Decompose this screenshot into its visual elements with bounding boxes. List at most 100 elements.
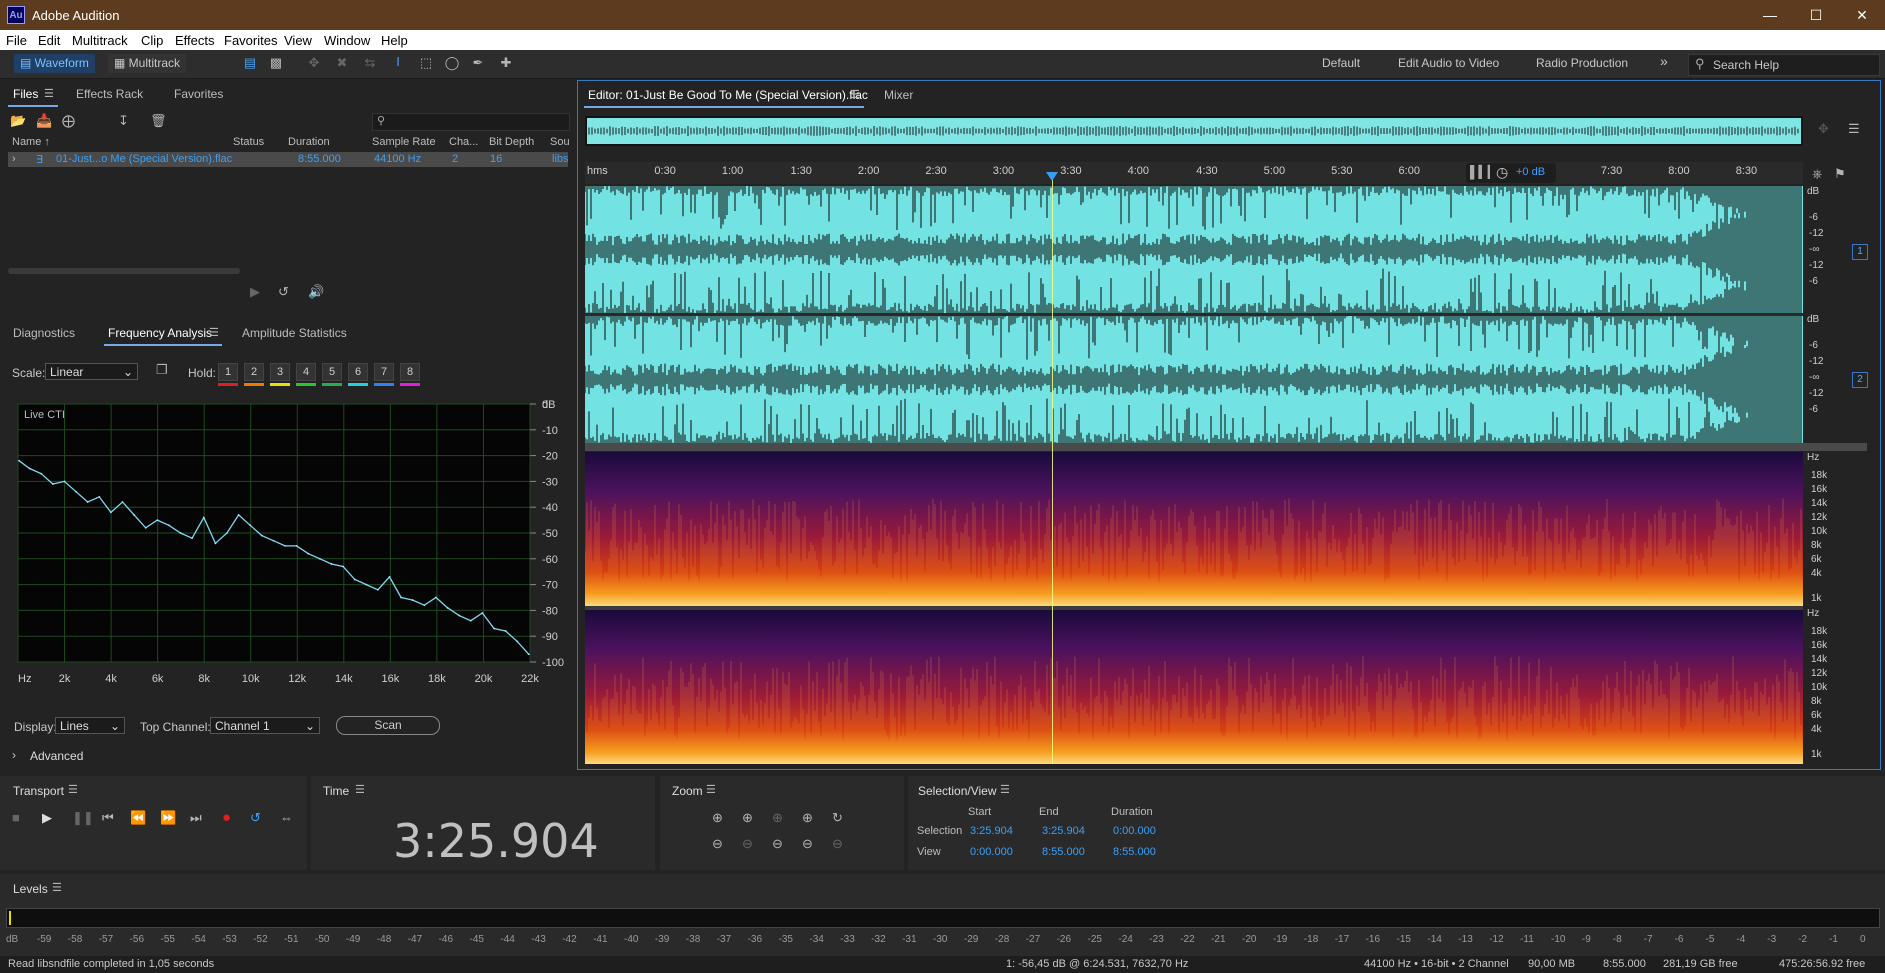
files-search-input[interactable]: ⚲ bbox=[372, 113, 570, 131]
selection-view-menu-icon[interactable]: ☰ bbox=[1000, 783, 1010, 796]
fast-forward-icon[interactable]: ⏩ bbox=[160, 810, 176, 826]
advanced-label[interactable]: Advanced bbox=[30, 749, 83, 763]
tab-effects-rack[interactable]: Effects Rack bbox=[76, 87, 143, 101]
view-end[interactable]: 8:55.000 bbox=[1042, 846, 1085, 858]
levels-menu-icon[interactable]: ☰ bbox=[52, 881, 62, 894]
tab-diagnostics[interactable]: Diagnostics bbox=[13, 326, 75, 340]
hold-button-4[interactable]: 4 bbox=[296, 363, 316, 381]
editor-menu-icon[interactable]: ☰ bbox=[850, 88, 860, 101]
waveform-display[interactable] bbox=[585, 186, 1803, 443]
view-divider[interactable] bbox=[585, 443, 1867, 451]
col-source[interactable]: Sou bbox=[550, 136, 570, 148]
new-file-icon[interactable]: ⨁ bbox=[62, 113, 75, 129]
spot-healing-icon[interactable]: ✚ bbox=[496, 55, 516, 71]
menu-multitrack[interactable]: Multitrack bbox=[72, 33, 128, 48]
tab-files[interactable]: Files bbox=[13, 87, 38, 101]
hud-volume[interactable]: ▌▍▎ ◷ +0 dB bbox=[1466, 163, 1556, 183]
file-row[interactable]: › ∃ 01-Just...o Me (Special Version).fla… bbox=[8, 152, 569, 167]
hold-button-8[interactable]: 8 bbox=[400, 363, 420, 381]
zoom-out-amplitude-icon[interactable]: ⊖ bbox=[712, 836, 723, 852]
zoom-in-time-icon[interactable]: ⊕ bbox=[742, 810, 753, 826]
zoom-in-point-icon[interactable]: ⊕ bbox=[802, 810, 813, 826]
time-selection-tool-icon[interactable]: I bbox=[388, 54, 408, 69]
col-name[interactable]: Name ↑ bbox=[12, 136, 50, 148]
tab-favorites[interactable]: Favorites bbox=[174, 87, 223, 101]
zoom-menu-icon[interactable]: ☰ bbox=[706, 783, 716, 796]
menu-help[interactable]: Help bbox=[381, 33, 408, 48]
spectral-display[interactable] bbox=[585, 452, 1803, 764]
rewind-icon[interactable]: ⏪ bbox=[130, 810, 146, 826]
time-ruler[interactable]: hms 0:30 1:00 1:30 2:00 2:30 3:00 3:30 4:00 4:30 5… bbox=[585, 162, 1803, 184]
hold-button-2[interactable]: 2 bbox=[244, 363, 264, 381]
scale-dropdown[interactable]: Linear ⌄ bbox=[45, 363, 138, 380]
pause-icon[interactable]: ❚❚ bbox=[72, 810, 94, 826]
menu-clip[interactable]: Clip bbox=[141, 33, 163, 48]
delete-file-icon[interactable]: 🗑 bbox=[150, 113, 167, 129]
tab-amplitude-statistics[interactable]: Amplitude Statistics bbox=[242, 326, 347, 340]
hold-button-5[interactable]: 5 bbox=[322, 363, 342, 381]
move-tool-icon[interactable]: ✥ bbox=[304, 55, 324, 71]
skip-selection-icon[interactable]: ⇔ bbox=[280, 810, 293, 825]
col-duration[interactable]: Duration bbox=[288, 136, 330, 148]
col-channels[interactable]: Cha... bbox=[449, 136, 478, 148]
zoom-out-all-icon[interactable]: ⊖ bbox=[802, 836, 813, 852]
channel-1-badge[interactable]: 1 bbox=[1852, 244, 1868, 260]
menu-effects[interactable]: Effects bbox=[175, 33, 215, 48]
tab-editor[interactable]: Editor: 01-Just Be Good To Me (Special V… bbox=[588, 88, 868, 102]
multitrack-button[interactable]: ▦ Multitrack bbox=[108, 54, 187, 73]
tab-frequency-analysis[interactable]: Frequency Analysis bbox=[108, 326, 212, 340]
skip-to-end-icon[interactable]: ⏭ bbox=[190, 810, 202, 826]
zoom-reset-icon[interactable]: ↻ bbox=[832, 810, 843, 826]
waveform-button[interactable]: ▤ Waveform bbox=[14, 54, 95, 73]
menu-view[interactable]: View bbox=[284, 33, 312, 48]
files-scrollbar[interactable] bbox=[8, 268, 240, 274]
more-workspaces-icon[interactable]: » bbox=[1660, 53, 1668, 69]
view-duration[interactable]: 8:55.000 bbox=[1113, 846, 1156, 858]
workspace-radio-production[interactable]: Radio Production bbox=[1536, 56, 1628, 70]
menu-favorites[interactable]: Favorites bbox=[224, 33, 277, 48]
stop-icon[interactable]: ■ bbox=[12, 810, 20, 825]
menu-file[interactable]: File bbox=[6, 33, 27, 48]
razor-tool-icon[interactable]: ✖ bbox=[332, 55, 352, 71]
selection-end[interactable]: 3:25.904 bbox=[1042, 825, 1085, 837]
analysis-menu-icon[interactable]: ☰ bbox=[209, 326, 219, 339]
waveform-view-icon[interactable]: ▤ bbox=[240, 55, 260, 71]
selection-duration[interactable]: 0:00.000 bbox=[1113, 825, 1156, 837]
copy-graph-icon[interactable]: ❐ bbox=[156, 362, 168, 378]
col-sample-rate[interactable]: Sample Rate bbox=[372, 136, 436, 148]
view-start[interactable]: 0:00.000 bbox=[970, 846, 1013, 858]
scan-button[interactable]: Scan bbox=[336, 716, 440, 735]
zoom-in-amplitude-icon[interactable]: ⊕ bbox=[712, 810, 723, 826]
search-help-box[interactable]: ⚲ Search Help bbox=[1688, 54, 1880, 76]
zoom-out-time-icon[interactable]: ⊖ bbox=[742, 836, 753, 852]
loop-preview-icon[interactable]: ↺ bbox=[278, 284, 289, 300]
advanced-chevron-icon[interactable]: › bbox=[12, 748, 16, 762]
menu-edit[interactable]: Edit bbox=[38, 33, 60, 48]
play-preview-icon[interactable]: ▶ bbox=[250, 284, 260, 300]
col-bit-depth[interactable]: Bit Depth bbox=[489, 136, 534, 148]
hold-button-1[interactable]: 1 bbox=[218, 363, 238, 381]
zoom-to-selection-icon[interactable]: ⊕ bbox=[772, 810, 783, 826]
show-list-icon[interactable]: ☰ bbox=[1848, 121, 1860, 137]
snap-icon[interactable]: ⎈ bbox=[1812, 166, 1822, 182]
autoplay-icon[interactable]: 🔊 bbox=[308, 284, 324, 300]
display-dropdown[interactable]: Lines ⌄ bbox=[55, 717, 125, 734]
tab-mixer[interactable]: Mixer bbox=[884, 88, 913, 102]
workspace-default[interactable]: Default bbox=[1322, 56, 1360, 70]
zoom-nav-icon[interactable]: ✥ bbox=[1818, 121, 1829, 137]
slip-tool-icon[interactable]: ⇆ bbox=[360, 55, 380, 71]
hold-button-7[interactable]: 7 bbox=[374, 363, 394, 381]
transport-menu-icon[interactable]: ☰ bbox=[68, 783, 78, 796]
time-menu-icon[interactable]: ☰ bbox=[355, 783, 365, 796]
files-menu-icon[interactable]: ☰ bbox=[44, 87, 54, 100]
import-file-icon[interactable]: 📥 bbox=[36, 113, 52, 129]
brush-tool-icon[interactable]: ✒ bbox=[468, 55, 488, 71]
playhead[interactable] bbox=[1052, 172, 1053, 764]
hold-button-3[interactable]: 3 bbox=[270, 363, 290, 381]
zoom-out-point-icon[interactable]: ⊖ bbox=[832, 836, 843, 852]
insert-file-icon[interactable]: ↧ bbox=[118, 113, 129, 129]
playhead-handle-icon[interactable] bbox=[1046, 172, 1058, 181]
expand-chevron-icon[interactable]: › bbox=[12, 153, 16, 165]
col-status[interactable]: Status bbox=[233, 136, 264, 148]
minimize-button[interactable]: — bbox=[1750, 4, 1790, 26]
